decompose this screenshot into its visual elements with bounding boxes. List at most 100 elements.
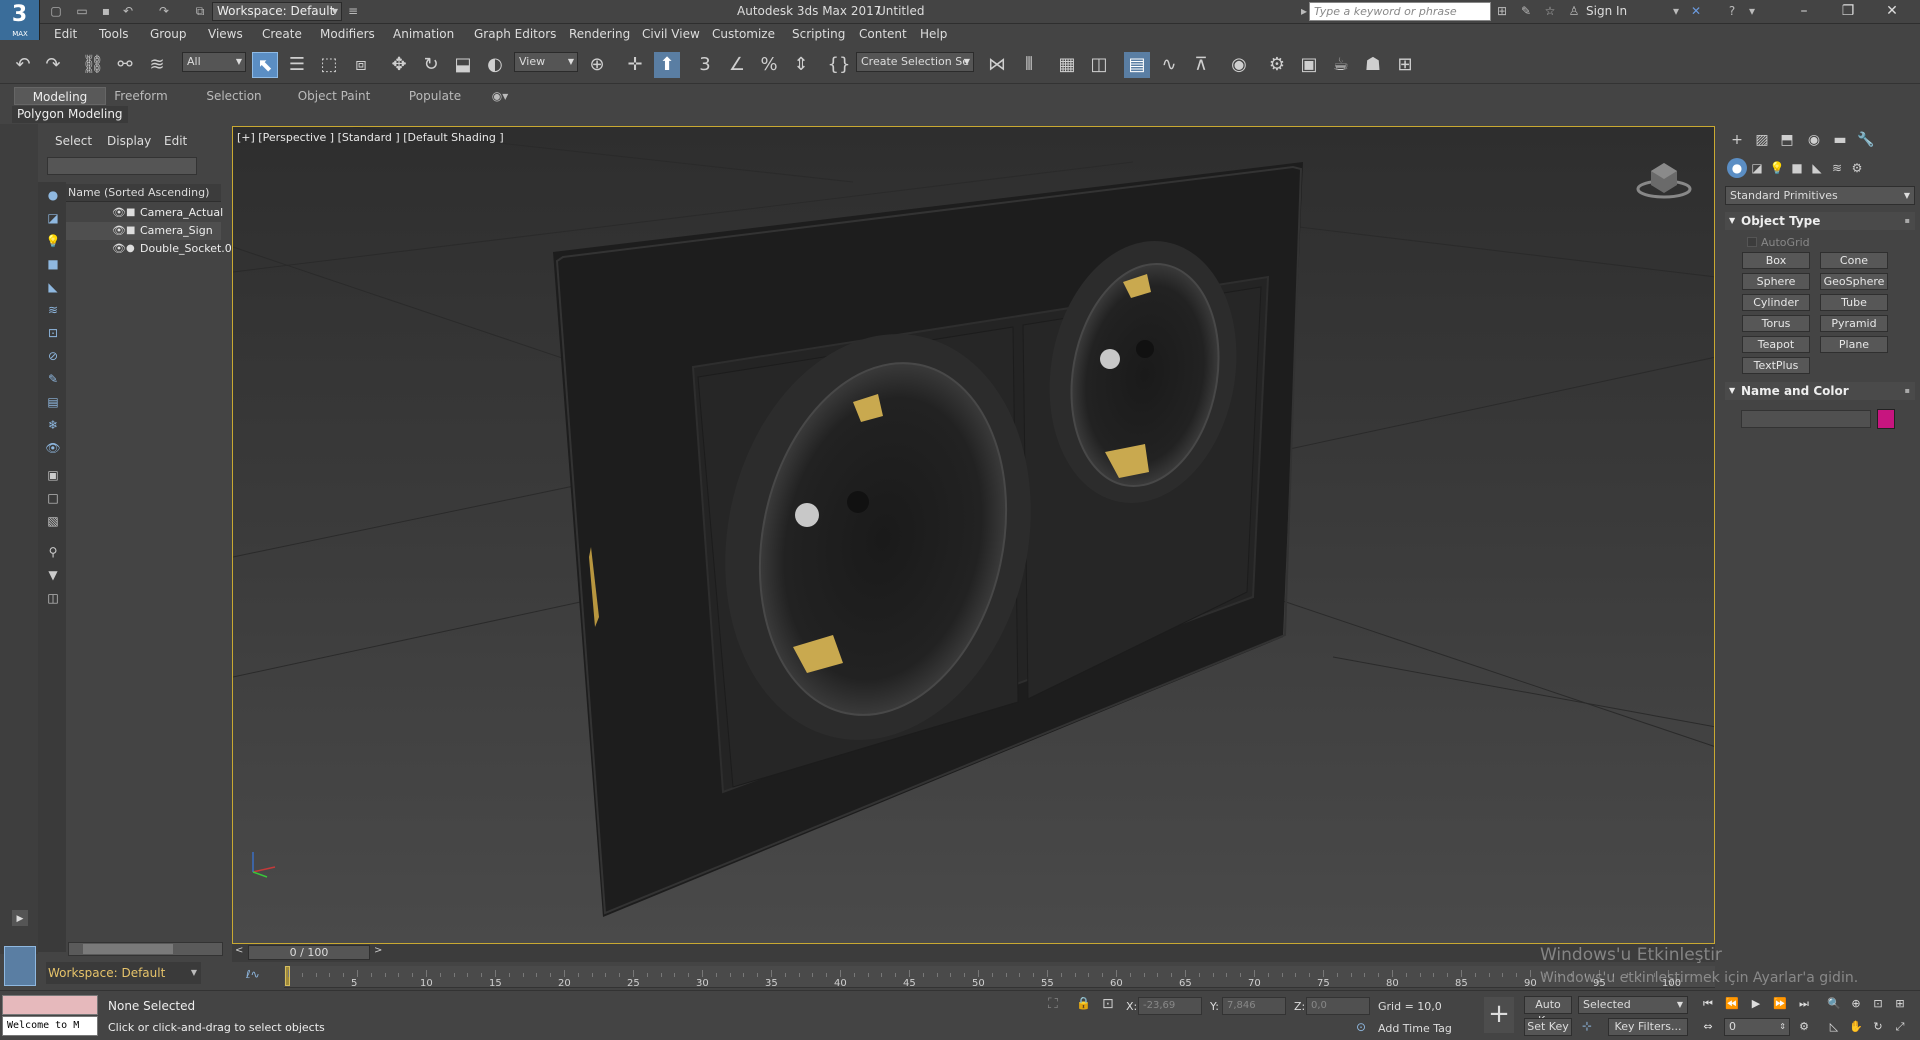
eye-icon[interactable]: 👁: [112, 222, 126, 240]
auto-key-button[interactable]: Auto Key: [1524, 996, 1572, 1027]
link-icon[interactable]: ⛓: [80, 52, 106, 78]
rendered-frame-window-icon[interactable]: ▣: [1296, 52, 1322, 78]
maxscript-listener[interactable]: [2, 995, 98, 1015]
viewcube[interactable]: [1634, 157, 1694, 205]
display-lights-icon[interactable]: 💡: [44, 232, 62, 250]
explorer-workspace-dropdown[interactable]: Workspace: Default ▼: [46, 962, 201, 984]
object-color-swatch[interactable]: [1877, 409, 1895, 429]
textplus-button[interactable]: TextPlus: [1742, 357, 1810, 374]
time-tag-icon[interactable]: ⊙: [1356, 1020, 1366, 1034]
rectangle-selection-icon[interactable]: ⬚: [316, 52, 342, 78]
rotate-icon[interactable]: ↻: [418, 52, 444, 78]
sphere-button[interactable]: Sphere: [1742, 273, 1810, 290]
torus-button[interactable]: Torus: [1742, 315, 1810, 332]
teapot-button[interactable]: Teapot: [1742, 336, 1810, 353]
restore-button[interactable]: ❐: [1826, 0, 1870, 24]
name-and-color-rollout-header[interactable]: ▼ Name and Color ▪: [1725, 382, 1915, 400]
help-icon[interactable]: ?: [1724, 4, 1740, 18]
exchange-apps-icon[interactable]: ✕: [1688, 4, 1704, 18]
utilities-panel-icon[interactable]: 🔧: [1856, 130, 1876, 150]
select-by-name-icon[interactable]: ☰: [284, 52, 310, 78]
menu-civil-view[interactable]: Civil View: [642, 27, 700, 41]
percent-snap-icon[interactable]: %: [756, 52, 782, 78]
key-mode-dropdown[interactable]: Selected ▼: [1578, 996, 1688, 1014]
zoom-all-icon[interactable]: ⊕: [1848, 996, 1864, 1012]
layer-explorer-icon[interactable]: ◫: [1086, 52, 1112, 78]
chevron-left-icon[interactable]: <: [235, 945, 243, 956]
undo-icon[interactable]: ↶: [10, 52, 36, 78]
modify-panel-icon[interactable]: ▨: [1752, 130, 1772, 150]
menu-views[interactable]: Views: [208, 27, 243, 41]
spinner-snap-icon[interactable]: ⇕: [788, 52, 814, 78]
menu-help[interactable]: Help: [920, 27, 947, 41]
orbit-icon[interactable]: ↻: [1870, 1019, 1886, 1035]
display-object-xrefs-icon[interactable]: ⊘: [44, 347, 62, 365]
workspace-dropdown[interactable]: Workspace: Default ▼: [212, 2, 342, 21]
zoom-extents-all-icon[interactable]: ⊞: [1892, 996, 1908, 1012]
display-helpers-icon[interactable]: ◣: [44, 278, 62, 296]
display-hidden-icon[interactable]: 👁: [44, 439, 62, 457]
undo-icon[interactable]: ↶: [120, 4, 136, 18]
binoculars-icon[interactable]: ⊞: [1494, 4, 1510, 18]
display-all-icon[interactable]: ▣: [44, 466, 62, 484]
render-iterative-icon[interactable]: ☗: [1360, 52, 1386, 78]
tab-modeling[interactable]: Modeling: [14, 87, 106, 105]
y-coordinate-field[interactable]: 7,846: [1222, 997, 1286, 1015]
helpers-icon[interactable]: ◣: [1807, 158, 1827, 178]
go-to-start-icon[interactable]: ⏮: [1700, 996, 1716, 1012]
unlink-icon[interactable]: ⚯: [112, 52, 138, 78]
object-name-field[interactable]: [1741, 410, 1871, 428]
place-icon[interactable]: ◐: [482, 52, 508, 78]
scene-explorer-toggle-icon[interactable]: ▦: [1054, 52, 1080, 78]
isolate-selection-icon[interactable]: ⛶: [1048, 996, 1058, 1012]
selection-filter-dropdown[interactable]: All ▼: [182, 52, 246, 72]
redo-icon[interactable]: ↷: [156, 4, 172, 18]
menu-group[interactable]: Group: [150, 27, 187, 41]
motion-panel-icon[interactable]: ◉: [1804, 130, 1824, 150]
field-of-view-icon[interactable]: ◺: [1826, 1019, 1842, 1035]
ribbon-toggle-icon[interactable]: ▤: [1124, 52, 1150, 78]
eye-icon[interactable]: 👁: [112, 204, 126, 222]
space-warps-icon[interactable]: ≋: [1827, 158, 1847, 178]
explorer-row[interactable]: 👁 ● Double_Socket.001: [66, 240, 246, 258]
tab-object-paint[interactable]: Object Paint: [296, 87, 372, 105]
time-configuration-icon[interactable]: ⚙: [1796, 1019, 1812, 1035]
search-input[interactable]: Type a keyword or phrase: [1309, 2, 1491, 21]
project-folder-icon[interactable]: ⧉: [192, 4, 208, 18]
x-coordinate-field[interactable]: -23,69: [1138, 997, 1202, 1015]
mirror-icon[interactable]: ⋈: [984, 52, 1010, 78]
explorer-column-header[interactable]: Name (Sorted Ascending): [66, 184, 221, 202]
track-bar-timeline[interactable]: 5 10 15 20 25 30 35 40 45 50 55 60 65 70 75 80 85 90 95 100: [284, 966, 1715, 989]
current-frame-field[interactable]: 0 ⇕: [1724, 1018, 1790, 1036]
zoom-icon[interactable]: 🔍: [1826, 996, 1842, 1012]
zoom-extents-icon[interactable]: ⊡: [1870, 996, 1886, 1012]
go-to-end-icon[interactable]: ⏭: [1796, 996, 1812, 1012]
next-frame-icon[interactable]: ⏩: [1772, 996, 1788, 1012]
favorites-icon[interactable]: ☆: [1542, 4, 1558, 18]
explorer-search-input[interactable]: [47, 157, 197, 175]
select-object-icon[interactable]: ⬉: [252, 52, 278, 78]
select-manipulate-icon[interactable]: ✛: [622, 52, 648, 78]
close-button[interactable]: ✕: [1870, 0, 1914, 24]
menu-tools[interactable]: Tools: [99, 27, 129, 41]
funnel-icon[interactable]: ▼: [44, 566, 62, 584]
chevron-right-icon[interactable]: >: [374, 945, 382, 956]
display-geometry-icon[interactable]: ●: [44, 186, 62, 204]
polygon-modeling-panel[interactable]: Polygon Modeling: [12, 106, 128, 123]
display-bones-icon[interactable]: ✎: [44, 370, 62, 388]
reference-coordinate-dropdown[interactable]: View ▼: [514, 52, 578, 72]
explorer-tab-display[interactable]: Display: [107, 134, 151, 148]
render-in-cloud-icon[interactable]: ⊞: [1392, 52, 1418, 78]
minimize-button[interactable]: –: [1782, 0, 1826, 24]
window-crossing-icon[interactable]: ⧈: [348, 52, 374, 78]
viewport-layout-thumbnail[interactable]: [4, 946, 36, 986]
lights-icon[interactable]: 💡: [1767, 158, 1787, 178]
tab-freeform[interactable]: Freeform: [108, 87, 174, 105]
z-coordinate-field[interactable]: 0,0: [1306, 997, 1370, 1015]
autogrid-checkbox[interactable]: [1747, 237, 1757, 247]
pivot-center-icon[interactable]: ⊕: [584, 52, 610, 78]
move-icon[interactable]: ✥: [386, 52, 412, 78]
menu-graph-editors[interactable]: Graph Editors: [474, 27, 556, 41]
key-filters-button[interactable]: Key Filters...: [1608, 1018, 1688, 1036]
bind-space-warp-icon[interactable]: ≋: [144, 52, 170, 78]
